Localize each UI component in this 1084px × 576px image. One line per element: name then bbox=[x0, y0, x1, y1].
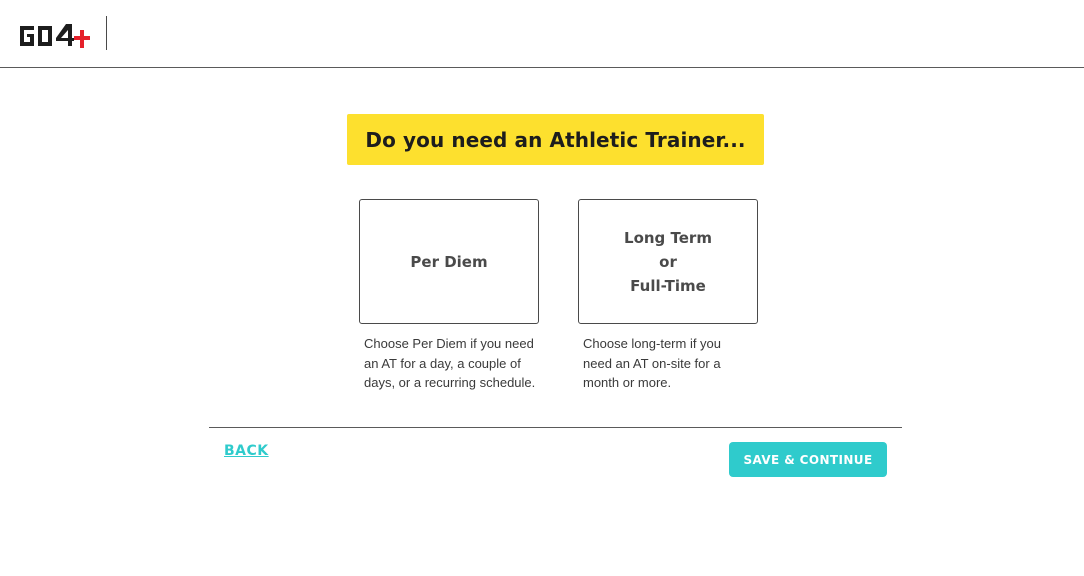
option-long-term-card[interactable]: Long Term or Full-Time bbox=[578, 199, 758, 324]
question-title: Do you need an Athletic Trainer... bbox=[347, 114, 764, 165]
go4-logo[interactable] bbox=[18, 22, 92, 50]
back-link[interactable]: BACK bbox=[224, 443, 269, 459]
option-long-term-description: Choose long-term if you need an AT on-si… bbox=[583, 336, 722, 390]
logo-divider bbox=[106, 16, 107, 50]
footer-divider bbox=[209, 427, 902, 428]
save-continue-button[interactable]: SAVE & CONTINUE bbox=[729, 442, 887, 477]
top-header bbox=[0, 0, 1084, 68]
option-per-diem-label: Per Diem bbox=[410, 252, 488, 271]
option-long-term-label: Long Term or Full-Time bbox=[624, 228, 712, 295]
option-per-diem-card[interactable]: Per Diem bbox=[359, 199, 539, 324]
option-per-diem-description: Choose Per Diem if you need an AT for a … bbox=[364, 336, 536, 390]
